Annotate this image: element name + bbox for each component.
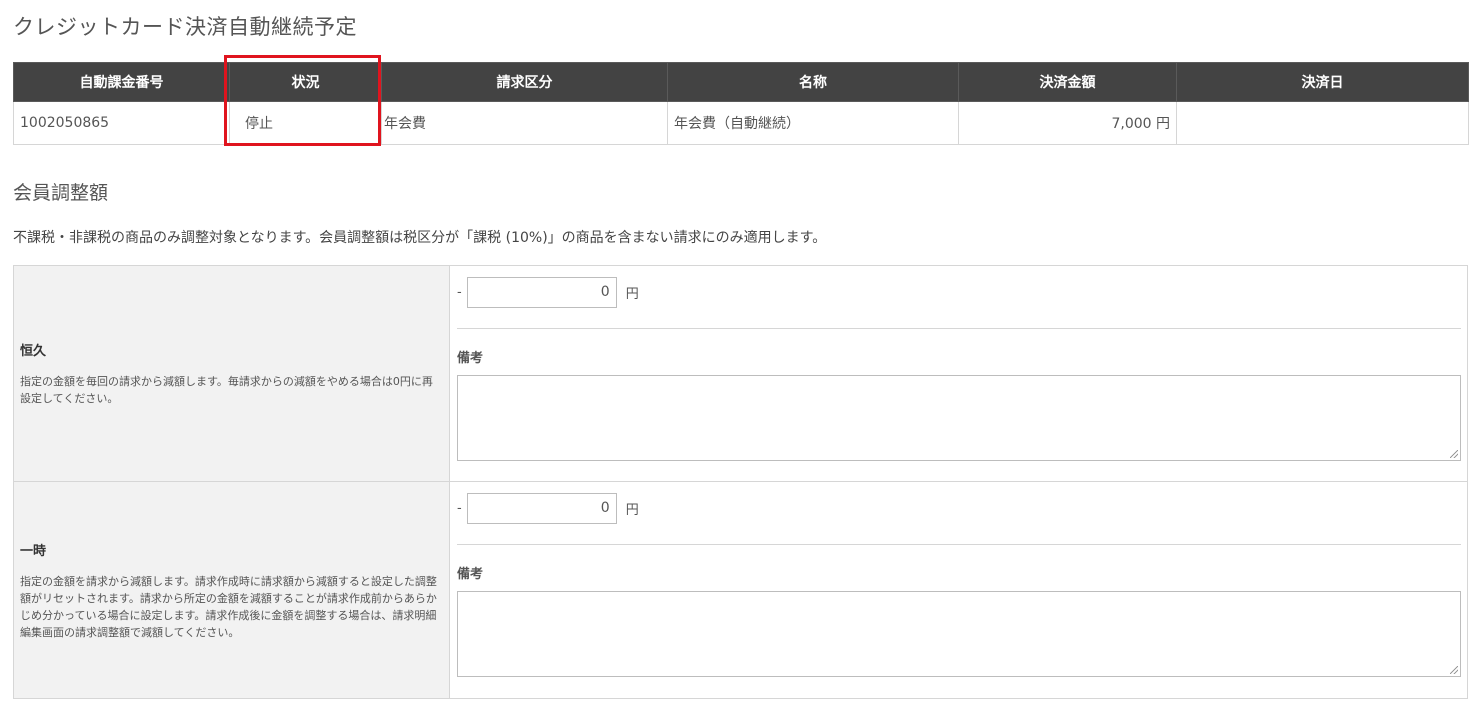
permanent-adjustment-row: 恒久 指定の金額を毎回の請求から減額します。毎請求からの減額をやめる場合は0円に… — [14, 266, 1467, 482]
temporary-adjustment-row: 一時 指定の金額を請求から減額します。請求作成時に請求額から減額すると設定した調… — [14, 482, 1467, 698]
minus-sign: - — [457, 284, 462, 300]
temporary-label-cell: 一時 指定の金額を請求から減額します。請求作成時に請求額から減額すると設定した調… — [14, 482, 450, 698]
header-status: 状況 — [229, 62, 382, 102]
yen-unit: 円 — [625, 286, 639, 302]
yen-unit: 円 — [625, 502, 639, 518]
cell-billing-number: 1002050865 — [13, 101, 230, 145]
permanent-amount-line: - 円 — [457, 276, 639, 308]
permanent-value-cell: - 円 備考 — [451, 266, 1467, 481]
adjustment-section-title: 会員調整額 — [13, 182, 109, 204]
header-name: 名称 — [667, 62, 959, 102]
minus-sign: - — [457, 500, 462, 516]
cell-name: 年会費（自動継続） — [667, 101, 959, 145]
temporary-amount-line: - 円 — [457, 492, 639, 524]
cell-date — [1176, 101, 1469, 145]
page-title: クレジットカード決済自動継続予定 — [13, 15, 357, 39]
temporary-amount-input[interactable] — [466, 492, 617, 524]
table-row: 1002050865 停止 年会費 年会費（自動継続） 7,000 円 — [13, 101, 1469, 145]
permanent-remark-textarea[interactable] — [457, 375, 1461, 461]
divider — [457, 544, 1461, 545]
temporary-value-cell: - 円 備考 — [451, 482, 1467, 698]
cell-category: 年会費 — [381, 101, 668, 145]
temporary-label: 一時 — [20, 543, 47, 559]
header-amount: 決済金額 — [958, 62, 1177, 102]
adjustment-note: 不課税・非課税の商品のみ調整対象となります。会員調整額は税区分が「課税 (10%… — [13, 230, 827, 246]
cell-status: 停止 — [229, 101, 382, 145]
permanent-description: 指定の金額を毎回の請求から減額します。毎請求からの減額をやめる場合は0円に再設定… — [20, 375, 433, 405]
table-header-row: 自動課金番号 状況 請求区分 名称 決済金額 決済日 — [13, 62, 1469, 102]
auto-billing-table: 自動課金番号 状況 請求区分 名称 決済金額 決済日 1002050865 停止… — [13, 62, 1469, 145]
resize-grip-icon[interactable] — [1450, 450, 1458, 458]
adjustment-form: 恒久 指定の金額を毎回の請求から減額します。毎請求からの減額をやめる場合は0円に… — [13, 265, 1468, 699]
permanent-label-cell: 恒久 指定の金額を毎回の請求から減額します。毎請求からの減額をやめる場合は0円に… — [14, 266, 450, 481]
temporary-remark-label: 備考 — [457, 567, 484, 582]
permanent-remark-label: 備考 — [457, 351, 484, 366]
header-category: 請求区分 — [381, 62, 668, 102]
temporary-remark-textarea[interactable] — [457, 591, 1461, 677]
divider — [457, 328, 1461, 329]
permanent-label: 恒久 — [20, 344, 47, 359]
permanent-amount-input[interactable] — [466, 276, 617, 308]
cell-amount: 7,000 円 — [958, 101, 1177, 145]
temporary-description: 指定の金額を請求から減額します。請求作成時に請求額から減額すると設定した調整額が… — [20, 574, 437, 639]
resize-grip-icon[interactable] — [1450, 666, 1458, 674]
header-billing-number: 自動課金番号 — [13, 62, 230, 102]
header-date: 決済日 — [1176, 62, 1469, 102]
